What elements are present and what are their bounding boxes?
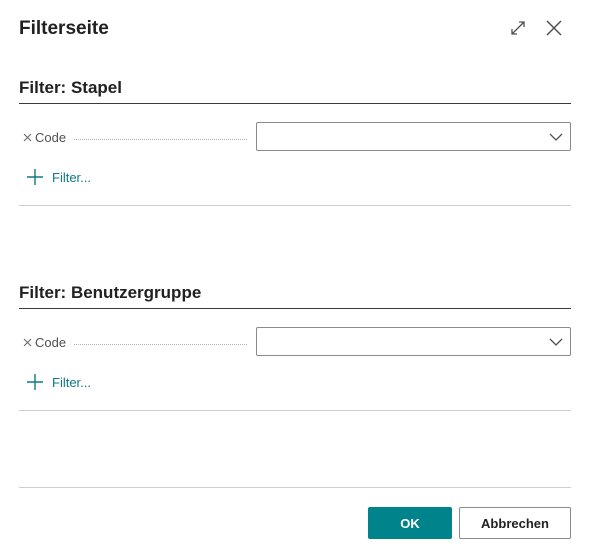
filter-section-stapel: Filter: Stapel Code Filter...	[19, 78, 571, 206]
add-filter-button[interactable]: Filter...	[26, 373, 91, 391]
add-filter-label: Filter...	[52, 169, 92, 185]
add-filter-label: Filter...	[52, 374, 92, 390]
section-divider	[19, 205, 571, 206]
remove-filter-icon[interactable]	[21, 132, 33, 144]
ok-button[interactable]: OK	[368, 507, 452, 539]
filter-field-row: Code	[19, 327, 571, 357]
chevron-down-icon	[549, 335, 563, 349]
close-icon[interactable]	[542, 16, 566, 40]
leader-dots	[74, 344, 247, 345]
footer-divider	[19, 487, 571, 488]
chevron-down-icon	[549, 130, 563, 144]
section-divider	[19, 410, 571, 411]
expand-icon[interactable]	[506, 16, 530, 40]
dialog-title: Filterseite	[19, 18, 109, 39]
code-filter-select[interactable]	[256, 122, 571, 151]
plus-icon	[26, 373, 44, 391]
filter-dialog: Filterseite Filter: Stapel Code Filter..…	[0, 0, 594, 557]
code-filter-select[interactable]	[256, 327, 571, 356]
filter-field-row: Code	[19, 122, 571, 152]
field-label: Code	[35, 335, 67, 350]
add-filter-button[interactable]: Filter...	[26, 168, 91, 186]
section-title: Filter: Stapel	[19, 78, 571, 104]
header-actions	[506, 16, 566, 40]
field-label: Code	[35, 130, 67, 145]
section-title: Filter: Benutzergruppe	[19, 283, 571, 309]
remove-filter-icon[interactable]	[21, 337, 33, 349]
plus-icon	[26, 168, 44, 186]
filter-section-benutzergruppe: Filter: Benutzergruppe Code Filter...	[19, 283, 571, 411]
cancel-button[interactable]: Abbrechen	[459, 507, 571, 539]
leader-dots	[74, 139, 247, 140]
